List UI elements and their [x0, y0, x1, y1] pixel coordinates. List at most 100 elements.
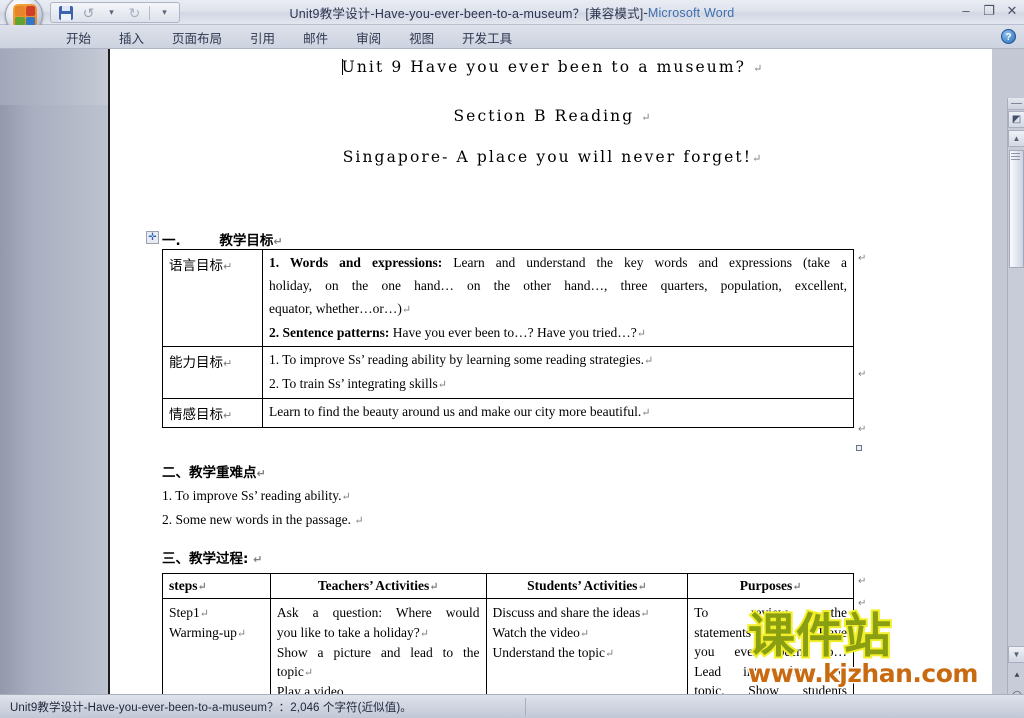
restore-button[interactable]: ❐ — [981, 3, 997, 19]
table-resize-handle[interactable] — [856, 445, 862, 451]
tab-insert[interactable]: 插入 — [105, 25, 158, 49]
cell-line: Warming-up↵ — [169, 623, 264, 643]
column-header-teachers-activities: Teachers’ Activities↵ — [269, 573, 487, 599]
select-browse-object-icon[interactable]: ◩ — [1008, 111, 1024, 128]
pilcrow-mark: ↵ — [579, 627, 590, 640]
objective-content-emotion: Learn to find the beauty around us and m… — [262, 397, 854, 428]
scroll-up-button[interactable]: ▲ — [1008, 130, 1024, 147]
section-3-title: 三、教学过程: — [162, 551, 249, 567]
split-window-handle[interactable] — [1008, 98, 1024, 110]
row-end-mark: ↵ — [858, 253, 867, 264]
save-button[interactable] — [55, 4, 76, 22]
cell-line: you like to take a holiday?↵ — [277, 623, 480, 643]
table-row[interactable]: 能力目标↵ 1. To improve Ss’ reading ability … — [162, 346, 854, 399]
window-controls: – ❐ ✕ — [958, 3, 1020, 19]
pilcrow-mark: ↵ — [605, 647, 615, 660]
pilcrow-mark: ↵ — [401, 304, 412, 317]
close-button[interactable]: ✕ — [1004, 3, 1020, 19]
cell-text: 能力目标 — [169, 355, 223, 372]
pilcrow-mark: ↵ — [752, 152, 762, 165]
previous-page-button[interactable]: ⯅ — [1010, 668, 1024, 682]
customize-quick-access-icon[interactable]: ▾ — [154, 4, 175, 22]
workspace-gutter-band — [0, 49, 108, 105]
tab-home[interactable]: 开始 — [52, 25, 105, 49]
window-title-separator: - — [643, 5, 648, 20]
cell-text: 情感目标 — [169, 406, 223, 423]
objective-content-language: 1. Words and expressions: Learn and unde… — [262, 248, 854, 348]
cell-line: topic↵ — [277, 662, 480, 682]
header-text: steps — [169, 578, 198, 593]
table-row[interactable]: Step1↵ Warming-up↵ Ask a question: Where… — [162, 598, 854, 694]
pilcrow-mark: ↵ — [640, 608, 650, 620]
tab-mailings[interactable]: 邮件 — [289, 25, 342, 49]
pilcrow-mark: ↵ — [199, 608, 209, 620]
cell-line: Ask a question: Where would — [277, 603, 480, 623]
cell-line: Lead into the new — [694, 662, 847, 682]
section-2-heading: 二、教学重难点↵ — [162, 461, 266, 481]
scrollbar-grip-icon — [1011, 153, 1020, 160]
save-icon — [58, 5, 73, 20]
quick-access-toolbar: ↺ ▾ ↻ ▾ — [50, 2, 180, 23]
pilcrow-mark: ↵ — [223, 357, 233, 371]
cell-steps: Step1↵ Warming-up↵ — [162, 598, 271, 694]
doc-heading-3-text: Singapore- A place you will never forget… — [342, 148, 753, 166]
cell-text: Play a video — [276, 684, 344, 694]
table-teaching-objectives[interactable]: 语言目标 ↵ 1. Words and expressions: Learn an… — [162, 248, 854, 428]
minimize-button[interactable]: – — [958, 3, 974, 19]
pilcrow-mark: ↵ — [637, 581, 647, 593]
column-header-purposes: Purposes↵ — [687, 573, 854, 599]
document-page[interactable]: Unit 9 Have you ever been to a museum? ↵… — [108, 49, 992, 694]
cell-line: Understand the topic↵ — [493, 643, 682, 663]
pilcrow-mark: ↵ — [223, 408, 233, 422]
item-text: 1. To improve Ss’ reading ability. — [162, 488, 342, 503]
pilcrow-mark: ↵ — [197, 581, 207, 593]
cell-bold: 1. Words and expressions: — [269, 255, 443, 270]
cell-line: you ever been to… — [694, 642, 847, 662]
scrollbar-thumb[interactable] — [1009, 150, 1024, 268]
table-move-handle-icon[interactable]: ✛ — [146, 231, 159, 244]
redo-button[interactable]: ↻ — [124, 4, 145, 22]
undo-dropdown-icon[interactable]: ▾ — [101, 4, 122, 22]
table-row[interactable]: 情感目标↵ Learn to find the beauty around us… — [162, 397, 854, 428]
objective-label-emotion: 情感目标↵ — [162, 397, 263, 428]
cell-bold: 2. Sentence patterns: — [269, 324, 390, 340]
title-bar: Unit9教学设计-Have-you-ever-been-to-a-museum… — [0, 0, 1024, 34]
help-icon[interactable]: ? — [1001, 29, 1016, 44]
scroll-down-button[interactable]: ▼ — [1008, 646, 1024, 663]
item-text: 2. Some new words in the passage. — [162, 512, 351, 527]
ribbon-tab-bar: 开始 插入 页面布局 引用 邮件 审阅 视图 开发工具 ? — [0, 25, 1024, 49]
cell-text: equator, whether…or…) — [269, 301, 402, 317]
cell-line: Show a picture and lead to the — [277, 643, 480, 663]
cell-line: statements of Have — [694, 623, 847, 643]
pilcrow-mark: ↵ — [236, 627, 247, 640]
cell-text: To review the — [694, 605, 847, 620]
tab-page-layout[interactable]: 页面布局 — [158, 25, 236, 49]
vertical-scrollbar[interactable]: ◩ ▲ ▼ ⯅ ◯ ⯆ — [1007, 98, 1024, 718]
section-1-title: 教学目标 — [219, 233, 274, 249]
table-row[interactable]: 语言目标 ↵ 1. Words and expressions: Learn an… — [162, 248, 854, 348]
cell-text: topic — [276, 664, 304, 680]
tab-view[interactable]: 视图 — [395, 25, 448, 49]
cell-text: 语言目标 — [169, 258, 223, 274]
pilcrow-mark: ↵ — [419, 627, 429, 640]
pilcrow-mark: ↵ — [753, 62, 763, 75]
cell-line: topic. Show students — [694, 681, 847, 694]
cell-text: Show a picture and lead to the — [276, 644, 480, 660]
cell-text: topic. Show students — [694, 683, 847, 694]
document-workspace: Unit 9 Have you ever been to a museum? ↵… — [0, 49, 1024, 718]
table-teaching-process[interactable]: steps↵ Teachers’ Activities↵ Students’ A… — [162, 573, 854, 694]
tab-review[interactable]: 审阅 — [342, 25, 395, 49]
cell-text: you ever been to… — [694, 644, 847, 660]
pilcrow-mark: ↵ — [341, 491, 351, 503]
cell-text: 1. To improve Ss’ reading ability by lea… — [269, 352, 644, 368]
status-bar-text: Unit9教学设计-Have-you-ever-been-to-a-museum… — [10, 701, 412, 714]
tab-developer[interactable]: 开发工具 — [448, 25, 526, 49]
undo-button[interactable]: ↺ — [78, 4, 99, 22]
cell-text: Watch the video — [492, 624, 580, 640]
tab-references[interactable]: 引用 — [236, 25, 289, 49]
pilcrow-mark: ↵ — [641, 406, 651, 419]
cell-line: Discuss and share the ideas↵ — [493, 603, 682, 623]
window-title-document: Unit9教学设计-Have-you-ever-been-to-a-museum… — [289, 7, 644, 21]
header-text: Teachers’ Activities — [317, 578, 430, 593]
header-text: Purposes — [739, 578, 793, 593]
